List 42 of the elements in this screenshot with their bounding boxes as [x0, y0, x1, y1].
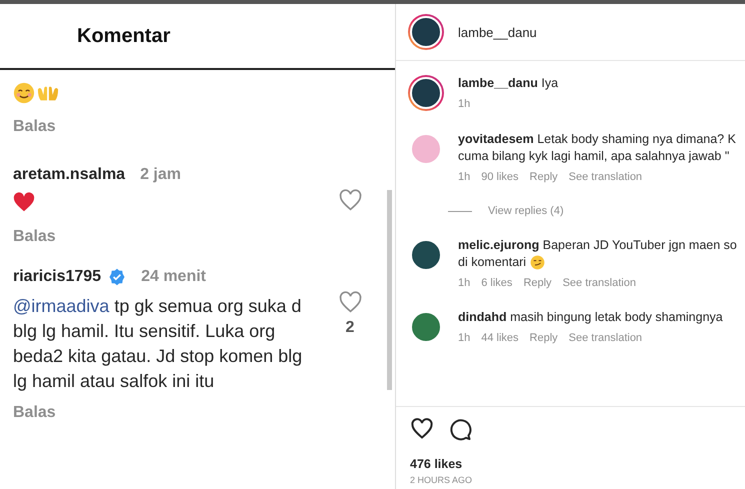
like-count[interactable]: 90 likes: [481, 171, 519, 183]
heart-icon: [13, 192, 35, 214]
comment-text: dindahd masih bingung letak body shamingnya: [458, 309, 723, 326]
comment-text: yovitadesem Letak body shaming nya dimana? K: [458, 131, 736, 148]
like-icon[interactable]: [410, 417, 434, 441]
post-time: 2 HOURS AGO: [410, 475, 472, 485]
username[interactable]: lambe__danu: [458, 24, 537, 40]
comment-time: 1h: [458, 277, 470, 289]
translation-link[interactable]: See translation: [562, 277, 636, 289]
avatar-photo[interactable]: [408, 14, 444, 50]
comment-text: melic.ejurong Baperan JD YouTuber jgn maen so: [458, 237, 737, 254]
mention-link[interactable]: @irmaadiva: [13, 296, 110, 316]
username[interactable]: riaricis1795: [13, 268, 102, 286]
like-count[interactable]: 6 likes: [481, 277, 512, 289]
like-count: 476 likes: [410, 457, 462, 471]
comment-icon[interactable]: [448, 417, 472, 441]
page-title: Komentar: [77, 24, 170, 48]
reply-link[interactable]: Balas: [13, 404, 56, 422]
username[interactable]: aretam.nsalma: [13, 166, 126, 184]
comment-text: cuma bilang kyk lagi hamil, apa salahnya jawab ": [458, 148, 730, 165]
reply-link[interactable]: Reply: [523, 277, 552, 289]
comment-text: lambe__danu Iya: [458, 75, 558, 92]
avatar-photo[interactable]: [408, 75, 444, 111]
view-replies-link[interactable]: View replies (4): [488, 205, 564, 217]
like-count[interactable]: 44 likes: [481, 332, 519, 344]
translation-link[interactable]: See translation: [568, 332, 642, 344]
comment-time: 1h: [458, 98, 470, 110]
comment-time: 1h: [458, 171, 470, 183]
smirking-face-icon: [530, 255, 546, 270]
reply-link[interactable]: Reply: [530, 332, 558, 344]
comment-text: di komentari: [458, 254, 526, 271]
comment-text: @irmaadiva tp gk semua org suka d blg lg hamil. Itu sensitif. Luka org beda2 kita gatau. Jd stop komen blg lg hamil atau salfok ini itu: [13, 295, 303, 393]
comment-time: 24 menit: [141, 268, 206, 286]
reply-link[interactable]: Reply: [530, 171, 558, 183]
comment-time: 2 jam: [140, 166, 181, 184]
scrollbar[interactable]: [387, 190, 392, 390]
translation-link[interactable]: See translation: [568, 171, 642, 183]
smiling-face-icon: [13, 82, 35, 104]
reply-link[interactable]: Balas: [13, 118, 395, 136]
comment-time: 1h: [458, 332, 470, 344]
like-count: 2: [346, 319, 354, 337]
reply-link[interactable]: Balas: [13, 228, 56, 246]
